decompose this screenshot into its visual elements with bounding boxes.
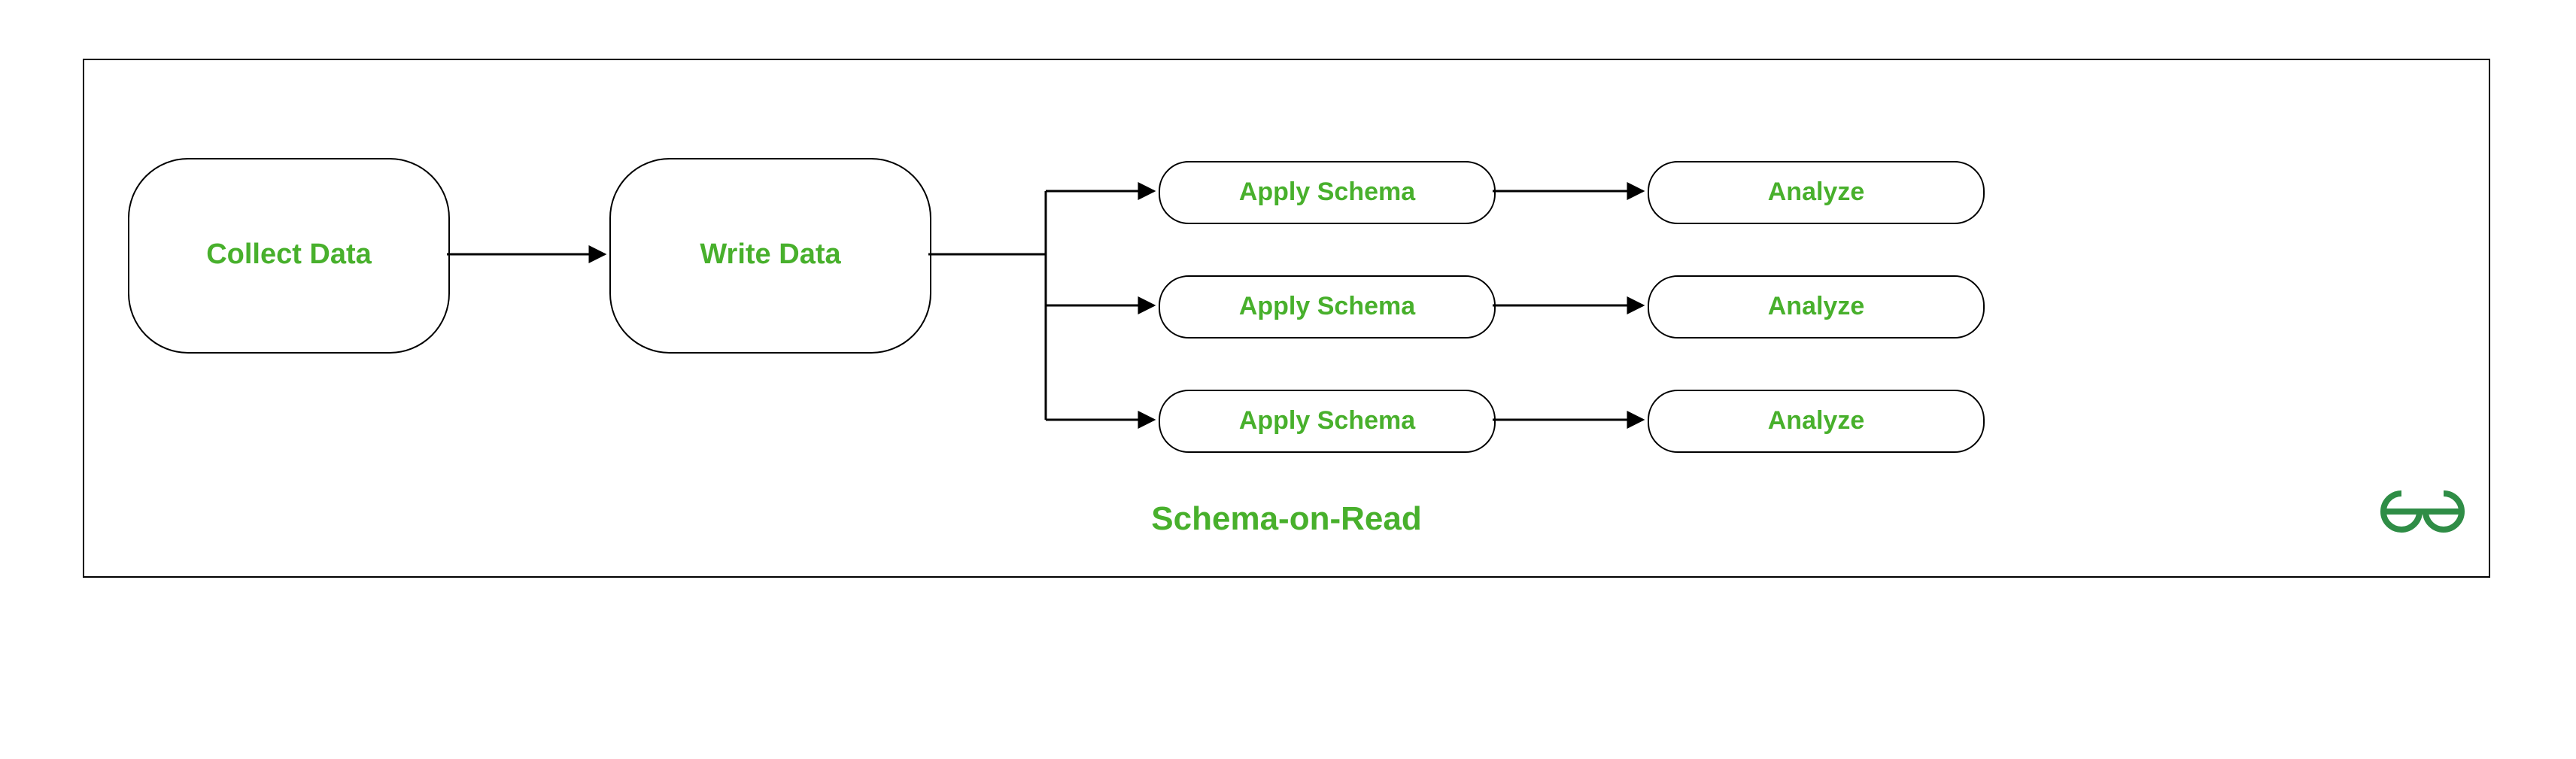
node-label: Collect Data [206,239,372,272]
node-label: Analyze [1768,292,1865,322]
node-analyze-2: Analyze [1648,275,1985,339]
node-label: Write Data [700,239,840,272]
node-label: Analyze [1768,178,1865,208]
node-collect-data: Collect Data [128,158,450,354]
node-write-data: Write Data [609,158,931,354]
geeksforgeeks-logo-icon [2380,490,2465,533]
node-label: Apply Schema [1239,292,1415,322]
node-apply-schema-1: Apply Schema [1159,161,1496,224]
node-label: Apply Schema [1239,406,1415,436]
node-apply-schema-2: Apply Schema [1159,275,1496,339]
node-label: Apply Schema [1239,178,1415,208]
diagram-canvas: Collect Data Write Data Apply Schema App… [0,0,2576,758]
diagram-caption: Schema-on-Read [83,499,2490,539]
node-analyze-1: Analyze [1648,161,1985,224]
node-analyze-3: Analyze [1648,390,1985,453]
node-label: Analyze [1768,406,1865,436]
node-apply-schema-3: Apply Schema [1159,390,1496,453]
